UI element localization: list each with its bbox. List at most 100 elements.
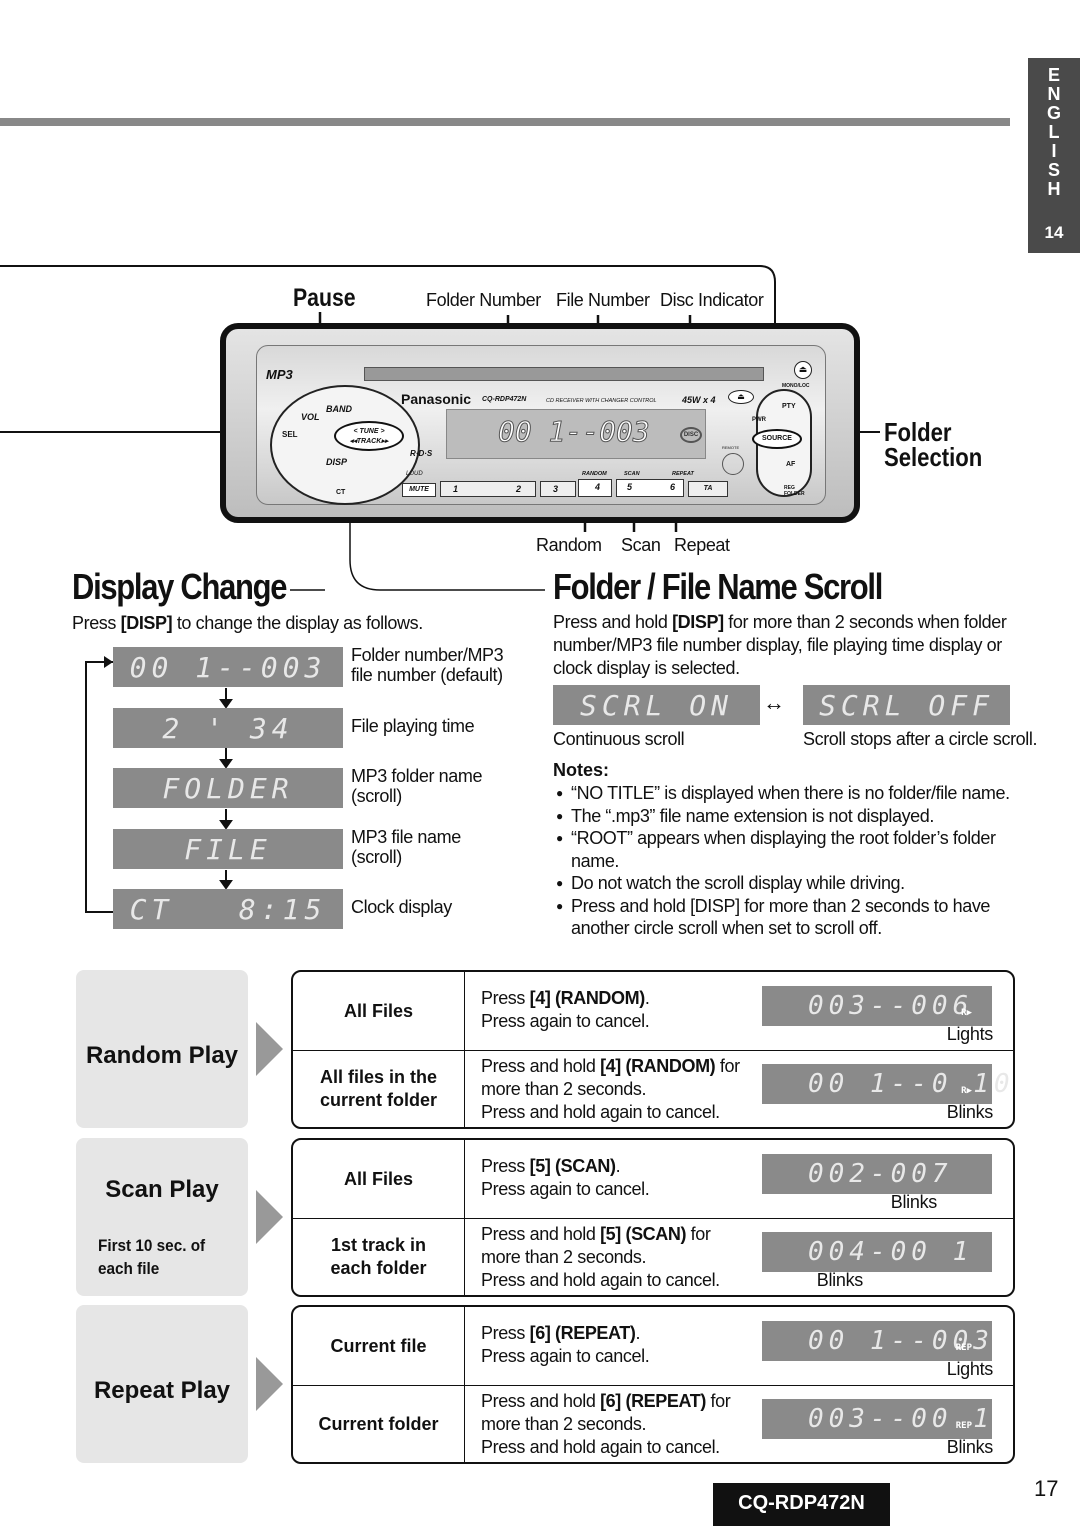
instruction-line: more than 2 seconds. (481, 1246, 720, 1269)
instruction-line: Press again to cancel. (481, 1178, 650, 1201)
result-display: 003--006 R▶ (762, 986, 992, 1026)
arrow-right-icon (256, 1357, 283, 1411)
eject-button[interactable]: ⏏ (728, 390, 754, 404)
mode-label: All Files (293, 1140, 464, 1218)
display-change-title: Display Change (72, 566, 287, 607)
continuous-scroll-caption: Continuous scroll (553, 729, 685, 749)
bullet-icon: ● (556, 831, 563, 845)
display-text: 002-007 (808, 1159, 953, 1189)
page-number: 17 (1034, 1476, 1059, 1501)
description-line: Clock display (351, 897, 452, 917)
disc-icon: DISC (680, 427, 702, 443)
folder-selection-line2: Selection (884, 442, 983, 472)
repeat-text: REPEAT (672, 471, 694, 477)
note-line: another circle scroll when set to scroll… (571, 918, 882, 938)
description-line: File playing time (351, 716, 475, 736)
ta-button[interactable]: TA (688, 481, 728, 497)
note-line: “ROOT” appears when displaying the root … (571, 828, 996, 848)
mute-button[interactable]: MUTE (402, 483, 436, 497)
mode-line: All Files (343, 1168, 414, 1189)
preset-3-button[interactable]: 3 (540, 481, 576, 497)
mode-label: All Files (293, 972, 464, 1050)
instruction-text: Press and hold again to cancel. (481, 1102, 720, 1122)
tune-track-button[interactable]: < TUNE > ◂◂TRACK▸▸ (334, 421, 404, 451)
instruction-text: Press and hold (481, 1391, 601, 1411)
source-button[interactable]: SOURCE (752, 429, 802, 449)
arrow-right-icon (256, 1022, 283, 1076)
instructions: Press and hold [4] (RANDOM) for more than… (481, 1055, 740, 1124)
instruction-text: Press (481, 988, 530, 1008)
instruction-line: Press again to cancel. (481, 1010, 650, 1033)
pty-button[interactable]: PTY (782, 403, 796, 410)
preset-2: 2 (515, 484, 521, 494)
instruction-text: . (635, 1323, 641, 1343)
notes-title: Notes: (553, 760, 610, 780)
indicator-status: Blinks (946, 1102, 994, 1122)
note-item: ● “ROOT” appears when displaying the root… (556, 827, 1010, 872)
scroll-stops-caption: Scroll stops after a circle scroll. (803, 729, 1038, 749)
sel-button[interactable]: SEL (282, 430, 298, 439)
remote-sensor (722, 453, 744, 475)
bullet-icon: ● (556, 876, 563, 890)
random-text: RANDOM (582, 471, 607, 477)
mode-label: 1st track in each folder (293, 1218, 464, 1296)
instruction-line: more than 2 seconds. (481, 1078, 740, 1101)
play-mode-title: Random Play (85, 1042, 239, 1069)
note-line: Press and hold [DISP] for more than 2 se… (571, 895, 991, 916)
rds-logo: R·D·S (410, 449, 433, 458)
disp-button[interactable]: DISP (326, 457, 347, 467)
band-button[interactable]: BAND (326, 404, 352, 414)
instruction-text: Press (481, 1323, 530, 1343)
instruction-line: Press again to cancel. (481, 1345, 650, 1368)
display-mode-lcd: 2 ' 34 (113, 708, 343, 748)
intro-line: clock display is selected. (553, 658, 740, 678)
note-line: Do not watch the scroll display while dr… (571, 873, 905, 893)
mp3-logo: MP3 (266, 367, 293, 382)
intro-text: to change the display as follows. (172, 613, 423, 633)
display-mode-lcd: FOLDER (113, 768, 343, 808)
column-divider (464, 1140, 465, 1295)
instruction-text: Press and hold again to cancel. (481, 1270, 720, 1290)
double-arrow-icon: ↔ (763, 690, 785, 715)
indicator-status: Blinks (946, 1437, 994, 1457)
instruction-line: more than 2 seconds. (481, 1413, 730, 1436)
description-line: MP3 file name (351, 827, 461, 847)
instruction-line: Press [6] (REPEAT). (481, 1322, 649, 1345)
result-display: 004-00 1 (762, 1232, 992, 1272)
subtitle-line: First 10 sec. of (98, 1236, 206, 1255)
preset-5-6-button[interactable]: 56 (616, 479, 684, 497)
scroll-on-display: SCRL ON (553, 685, 760, 725)
subtitle-line: each file (98, 1259, 160, 1278)
instruction-text: Press again to cancel. (481, 1346, 650, 1366)
bullet-icon: ● (556, 786, 563, 800)
instruction-line: Press and hold [5] (SCAN) for (481, 1223, 720, 1246)
description-line: Folder number/MP3 (351, 645, 504, 665)
mode-label: All files in the current folder (293, 1050, 464, 1128)
instruction-text: for (686, 1224, 711, 1244)
instruction-text: more than 2 seconds. (481, 1079, 647, 1099)
pwr-label: PWR (752, 417, 766, 423)
preset-4-button[interactable]: 4 (578, 479, 612, 497)
display-mode-lcd: FILE (113, 829, 343, 869)
play-mode-panel: Random Play (76, 970, 248, 1128)
display-mode-description: File playing time (351, 716, 475, 736)
open-button[interactable]: ⏏ (794, 361, 812, 379)
scroll-off-display: SCRL OFF (803, 685, 1010, 725)
preset-1-2-button[interactable]: 12 (440, 481, 536, 497)
instruction-text: . (615, 1156, 621, 1176)
af-button[interactable]: AF (786, 461, 795, 468)
vol-label: VOL (301, 412, 320, 422)
result-display: 00 1--0 10 R▶ (762, 1064, 1010, 1104)
instruction-text: . (644, 988, 650, 1008)
note-line: “NO TITLE” is displayed when there is no… (571, 783, 1010, 803)
mode-label: Current file (293, 1307, 464, 1385)
display-mode-description: MP3 file name (scroll) (351, 827, 461, 867)
bullet-icon: ● (556, 898, 563, 913)
ct-label: CT (336, 489, 346, 496)
mode-line: Current file (330, 1335, 427, 1356)
key-name: [6] (REPEAT) (529, 1323, 636, 1343)
play-mode-subtitle: First 10 sec. of each file (98, 1234, 205, 1280)
folder-selection-label: Folder Selection (884, 419, 983, 472)
description-line: (scroll) (351, 847, 402, 867)
track-label: ◂◂TRACK▸▸ (349, 438, 389, 445)
